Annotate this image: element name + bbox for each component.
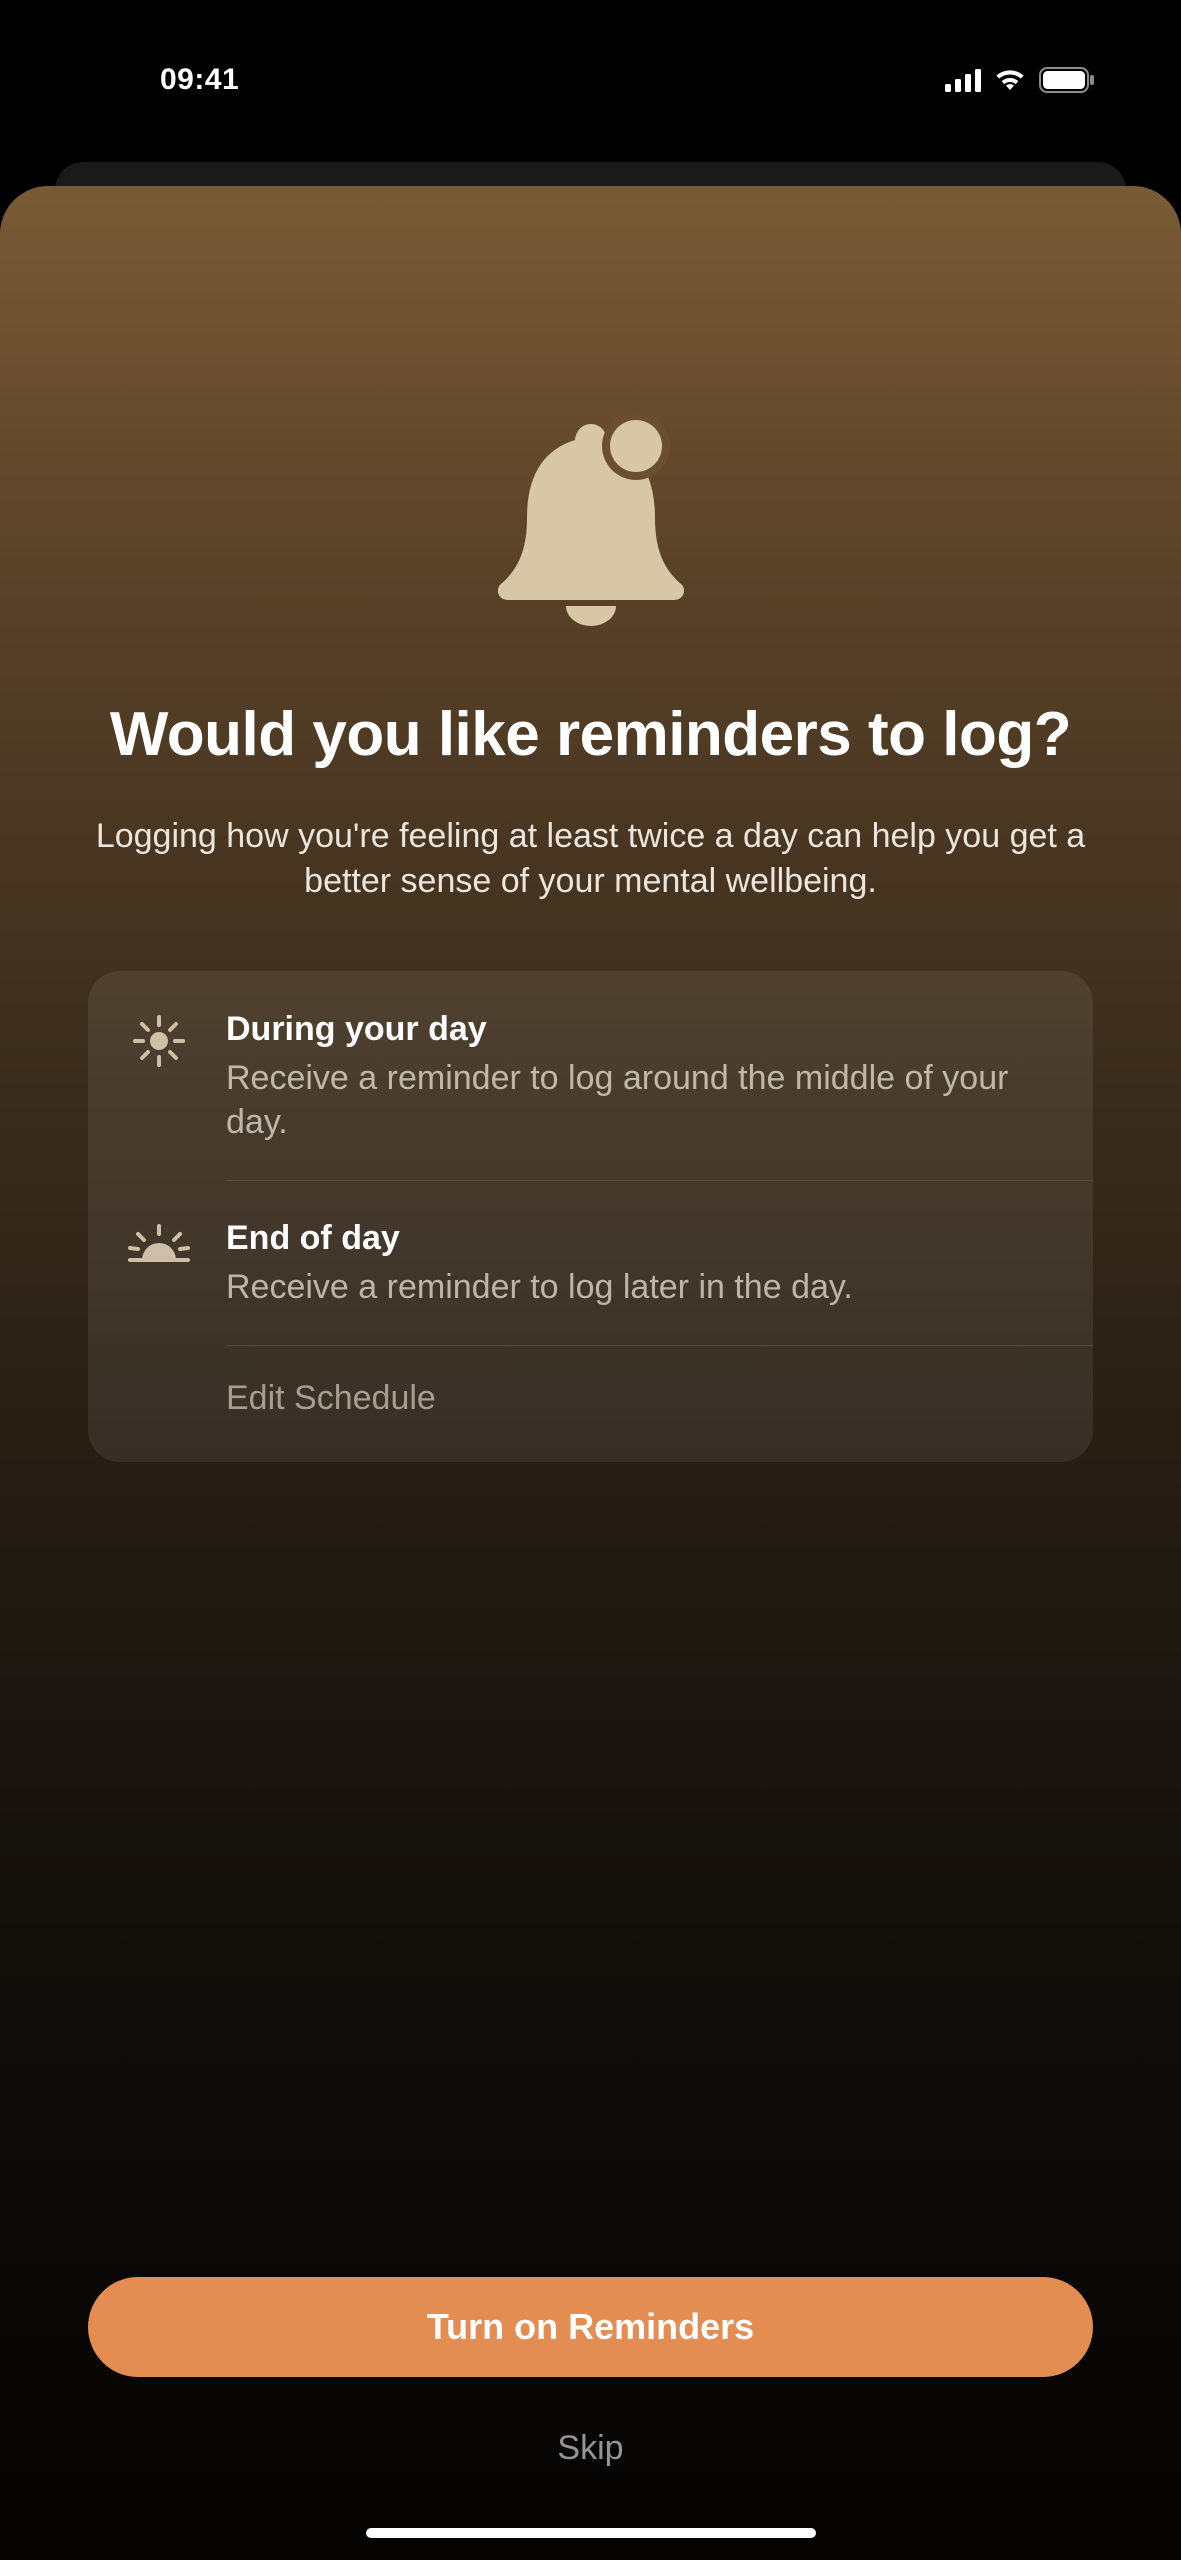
sunset-icon <box>126 1218 192 1309</box>
status-icons <box>945 67 1111 93</box>
sheet-hero: Would you like reminders to log? Logging… <box>88 186 1093 905</box>
battery-icon <box>1039 67 1095 93</box>
schedule-row-end-of-day: End of day Receive a reminder to log lat… <box>126 1180 1055 1345</box>
sun-icon <box>126 1009 192 1144</box>
schedule-row-during-day: During your day Receive a reminder to lo… <box>126 971 1055 1180</box>
cellular-icon <box>945 68 981 92</box>
status-bar: 09:41 <box>0 0 1181 120</box>
reminders-sheet: Would you like reminders to log? Logging… <box>0 186 1181 2560</box>
schedule-row-title: During your day <box>226 1009 1055 1050</box>
schedule-row-desc: Receive a reminder to log around the mid… <box>226 1056 1055 1144</box>
schedule-row-title: End of day <box>226 1218 1055 1259</box>
device-frame: 09:41 <box>0 0 1181 2560</box>
sheet-subtitle: Logging how you're feeling at least twic… <box>88 814 1093 906</box>
status-time: 09:41 <box>160 63 239 97</box>
schedule-row-text: End of day Receive a reminder to log lat… <box>226 1218 1055 1309</box>
home-indicator[interactable] <box>366 2528 816 2538</box>
wifi-icon <box>993 68 1027 92</box>
schedule-row-text: During your day Receive a reminder to lo… <box>226 1009 1055 1144</box>
schedule-card: During your day Receive a reminder to lo… <box>88 971 1093 1462</box>
sheet-footer: Turn on Reminders Skip <box>88 2277 1093 2560</box>
edit-schedule-button[interactable]: Edit Schedule <box>226 1379 436 1418</box>
schedule-row-desc: Receive a reminder to log later in the d… <box>226 1265 1055 1309</box>
edit-schedule-row: Edit Schedule <box>126 1345 1055 1462</box>
sheet-title: Would you like reminders to log? <box>110 696 1071 774</box>
bell-icon <box>486 406 696 636</box>
skip-button[interactable]: Skip <box>527 2417 653 2480</box>
turn-on-reminders-button[interactable]: Turn on Reminders <box>88 2277 1093 2377</box>
